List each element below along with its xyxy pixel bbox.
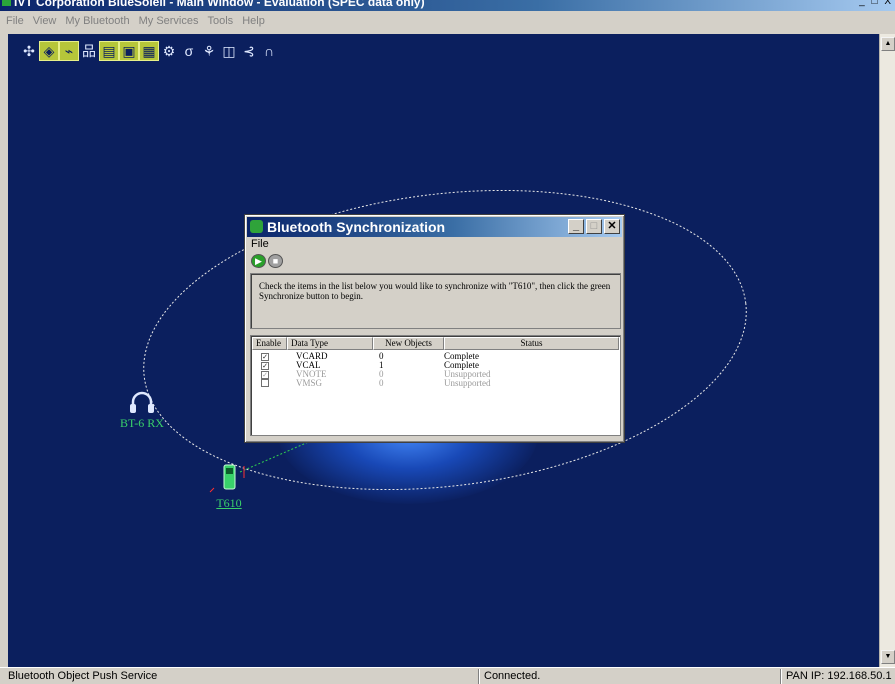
enable-checkbox: ✓ [261,371,269,379]
status-cell: Complete [444,361,479,370]
new-objects-cell: 1 [379,361,384,370]
dialog-menu-file[interactable]: File [251,238,269,250]
audio-icon[interactable]: ⊰ [240,42,258,60]
dialog-title: Bluetooth Synchronization [267,219,446,235]
window-controls[interactable]: _ □ X [859,0,893,7]
stop-button[interactable]: ■ [268,254,283,268]
bluesoleil-main-window: IVT Corporation BlueSoleil - Main Window… [0,0,895,684]
column-header-enable[interactable]: Enable [252,337,287,350]
menu-my-services[interactable]: My Services [139,15,199,27]
data-type-cell: VCAL [296,361,321,370]
column-header-status[interactable]: Status [444,337,619,350]
enable-checkbox[interactable]: ✓ [261,353,269,361]
device-label-phone: T610 [216,496,242,510]
status-cell: Unsupported [444,370,491,379]
dialog-toolbar: ▶ ■ [251,254,283,268]
device-headset[interactable]: BT-6 RX [120,390,164,431]
table-row[interactable]: ✓ VCARD 0 Complete [252,352,619,361]
close-button[interactable]: ✕ [604,219,620,234]
scroll-up-icon[interactable]: ▲ [881,37,895,51]
data-type-cell: VNOTE [296,370,327,379]
menu-my-bluetooth[interactable]: My Bluetooth [65,15,129,27]
service-icon[interactable]: ◈ [39,41,59,61]
modem-icon[interactable]: ⌁ [59,41,79,61]
window-title: IVT Corporation BlueSoleil - Main Window… [14,0,425,9]
pen-icon[interactable]: σ [180,42,198,60]
menu-view[interactable]: View [33,15,57,27]
data-type-cell: VMSG [296,379,323,388]
status-connection: Connected. [484,670,541,682]
new-objects-cell: 0 [379,379,384,388]
status-service: Bluetooth Object Push Service [8,670,158,682]
device-label-headset: BT-6 RX [120,416,164,430]
instruction-text: Check the items in the list below you wo… [259,281,611,301]
table-row[interactable]: ✓ VNOTE 0 Unsupported [252,370,619,379]
dialog-title-bar[interactable]: Bluetooth Synchronization _ □ ✕ [247,217,622,237]
lan-icon[interactable]: 品 [80,42,98,60]
table-row[interactable]: ✓ VCAL 1 Complete [252,361,619,370]
camera-icon[interactable]: ◫ [220,42,238,60]
pim-sync-icon[interactable]: ▣ [119,41,139,61]
mobile-phone-icon [209,464,245,493]
instruction-panel: Check the items in the list below you wo… [250,273,621,329]
data-type-cell: VCARD [296,352,328,361]
enable-cell: ✓ [252,352,287,361]
file-icon[interactable]: ▤ [99,41,119,61]
device-phone[interactable]: T610 [204,462,254,511]
status-cell: Unsupported [444,379,491,388]
column-header-new-objects[interactable]: New Objects [373,337,444,350]
sync-items-table: Enable Data Type New Objects Status ✓ VCA… [250,335,621,436]
scroll-down-icon[interactable]: ▼ [881,650,895,664]
menu-help[interactable]: Help [242,15,265,27]
fax-icon[interactable]: ⚙ [160,42,178,60]
vertical-scrollbar[interactable]: ▲ ▼ [879,34,895,667]
app-logo-icon [2,0,11,6]
status-bar: Bluetooth Object Push Service Connected.… [0,667,895,684]
headset-icon[interactable]: ∩ [260,42,278,60]
network-hub-icon[interactable]: ✣ [20,42,38,60]
status-cell: Complete [444,352,479,361]
new-objects-cell: 0 [379,352,384,361]
checkmark-icon: ✓ [262,353,268,361]
enable-checkbox[interactable]: ✓ [261,362,269,370]
synchronize-button[interactable]: ▶ [251,254,266,268]
table-row[interactable]: VMSG 0 Unsupported [252,379,619,388]
window-title-bar[interactable]: IVT Corporation BlueSoleil - Main Window… [0,0,895,11]
bluesoleil-logo-icon [250,220,263,233]
table-header: Enable Data Type New Objects Status [252,337,619,350]
minimize-button[interactable]: _ [568,219,584,234]
enable-cell: ✓ [252,370,287,379]
menu-tools[interactable]: Tools [208,15,234,27]
dialog-window-controls: _ □ ✕ [568,219,620,234]
enable-cell [252,379,287,388]
enable-cell: ✓ [252,361,287,370]
new-objects-cell: 0 [379,370,384,379]
hid-icon[interactable]: ⚘ [200,42,218,60]
checkmark-icon: ✓ [262,371,268,379]
sync-dialog: Bluetooth Synchronization _ □ ✕ File ▶ ■… [244,214,625,443]
status-pan-ip: PAN IP: 192.168.50.1 [786,670,892,682]
checkmark-icon: ✓ [262,362,268,370]
headset-icon [129,391,154,413]
status-divider [780,669,782,684]
enable-checkbox [261,379,269,387]
status-divider [478,669,480,684]
menu-file[interactable]: File [6,15,24,27]
column-header-data-type[interactable]: Data Type [287,337,373,350]
service-toolbar: ✣ ◈ ⌁ 品 ▤ ▣ ▦ ⚙ σ ⚘ ◫ ⊰ ∩ [20,41,278,61]
printer-icon[interactable]: ▦ [139,41,159,61]
maximize-button[interactable]: □ [586,219,602,234]
menu-bar: File View My Bluetooth My Services Tools… [0,11,895,31]
